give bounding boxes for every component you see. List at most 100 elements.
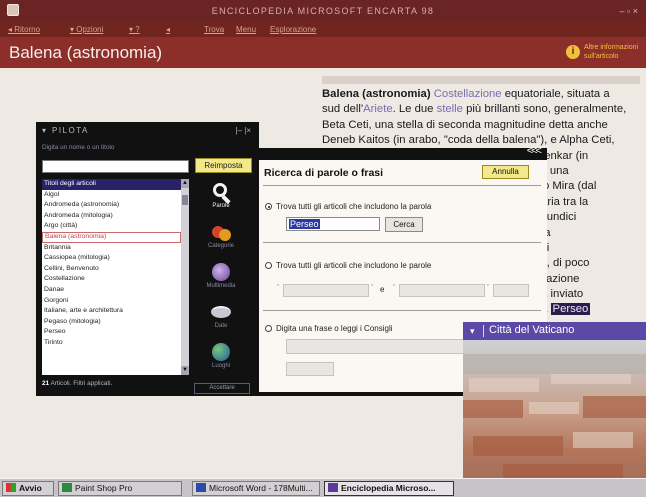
menu-menu[interactable]: Menu [236,22,256,37]
globe-icon [210,342,232,362]
list-item[interactable]: Algol [42,190,181,201]
pilota-collapse-icon[interactable]: ▾ [42,126,48,135]
info-icon[interactable]: i [566,45,580,59]
menu-options[interactable]: ▾ Opzioni [70,22,103,37]
magnifier-icon [210,182,232,205]
quote-mark: " [487,284,490,291]
word-input-value: Perseo [289,219,320,229]
article-header: Balena (astronomia) i Altre informazioni… [0,37,646,68]
pilota-window-controls[interactable]: |– |× [236,126,252,135]
list-scrollbar[interactable]: ▲ ▼ [181,179,189,375]
search-button[interactable]: Cerca [385,217,423,232]
article-link[interactable]: stelle [437,103,463,115]
phrase-input[interactable] [286,339,466,354]
article-text: . Le due [392,103,437,116]
radio-on-icon[interactable] [265,203,272,210]
collapse-chevron-icon[interactable]: <<< [527,145,542,157]
list-item-selected[interactable]: Balena (astronomia) [42,231,181,243]
article-title: Balena (astronomia) [9,43,163,62]
word-input-first[interactable] [283,284,369,297]
tool-dates-label: Date [214,323,228,329]
divider [263,185,541,186]
article-text: sud dell' [322,103,364,116]
article-line: sud dell'Ariete. Le due stelle più brill… [322,102,644,117]
pilota-header: ▾ PILOTA |– |× [36,126,259,136]
option-multiple-words[interactable]: Trova tutti gli articoli che includono l… [265,261,431,270]
word-operator-select[interactable] [493,284,529,297]
taskbar-item[interactable]: Microsoft Word - 178Multi... [192,481,320,496]
list-item[interactable]: Tirinto [42,338,181,349]
word-icon [196,483,206,492]
list-item[interactable]: Gorgoni [42,296,181,307]
option-phrase[interactable]: Digita una frase o leggi i Consigli [265,324,393,333]
scroll-up-icon[interactable]: ▲ [181,179,189,188]
accept-button[interactable]: Accettare [194,383,250,394]
highlighted-term[interactable]: Perseo [550,303,591,316]
menu-arrow[interactable]: ◂ [166,22,170,37]
tool-multimedia[interactable]: Multimedia [196,262,246,289]
article-list: Titoli degli articoli Algol Andromeda (a… [42,179,181,375]
word-input-second[interactable] [399,284,485,297]
list-item[interactable]: Cellini, Benvenuto [42,264,181,275]
list-item[interactable]: Pegaso (mitologia) [42,317,181,328]
multimedia-disc-icon [210,262,232,282]
date-disc-icon [210,302,232,322]
radio-off-icon[interactable] [265,325,272,332]
start-label: Avvio [19,483,42,493]
start-button[interactable]: Avvio [2,481,54,496]
menu-help[interactable]: ▾ ? [129,22,140,37]
option-single-word[interactable]: Trova tutti gli articoli che includono l… [265,202,431,211]
menu-bar: ◂ Ritorno ▾ Opzioni ▾ ? ◂ Trova Menu Esp… [0,22,646,37]
word-input[interactable]: Perseo [286,217,380,231]
menu-find[interactable]: Trova [204,22,224,37]
article-text: inviato [547,288,584,301]
scroll-thumb[interactable] [182,195,188,205]
list-item[interactable]: Cassiopea (mitologia) [42,253,181,264]
article-link[interactable]: Ariete [363,103,393,115]
list-item[interactable]: Britannia [42,243,181,254]
media-title-separator [483,325,484,337]
article-text: più brillanti sono, generalmente, [462,103,627,116]
taskbar-item[interactable]: Paint Shop Pro [58,481,182,496]
article-count: 21 Articoli. Filtri applicati. [42,380,112,387]
option-phrase-label: Digita una frase o leggi i Consigli [276,324,393,333]
list-item[interactable]: Andromeda (mitologia) [42,211,181,222]
article-count-label: Articoli. Filtri applicati. [49,380,113,387]
media-window-title-bar[interactable]: ▾ Città del Vaticano [463,322,646,340]
window-controls[interactable]: – ▫ × [620,0,638,22]
app-icon[interactable] [7,4,19,16]
list-item[interactable]: Italiane, arte e architettura [42,306,181,317]
option-multiple-words-label: Trova tutti gli articoli che includono l… [276,261,432,270]
divider [263,310,541,311]
taskbar: Avvio Paint Shop Pro Microsoft Word - 17… [0,478,646,497]
taskbar-item-label: Microsoft Word - 178Multi... [209,483,313,493]
pilota-search-input[interactable] [42,160,189,173]
list-item[interactable]: Argo (città) [42,221,181,232]
article-text: Deneb Kaitos (in arabo, "coda della bale… [322,134,615,147]
tool-dates[interactable]: Date [196,302,246,329]
pilota-panel: ▾ PILOTA |– |× Digita un nome o un titol… [36,122,259,396]
tool-places[interactable]: Luoghi [196,342,246,369]
menu-back[interactable]: ◂ Ritorno [8,22,40,37]
vatican-city-photo[interactable] [463,340,646,497]
cancel-button[interactable]: Annulla [482,165,529,179]
list-item[interactable]: Costellazione [42,274,181,285]
radio-off-icon[interactable] [265,262,272,269]
media-collapse-icon[interactable]: ▾ [470,326,475,337]
taskbar-item-label: Paint Shop Pro [75,483,133,493]
tool-words[interactable]: Parole [196,182,246,209]
scroll-down-icon[interactable]: ▼ [181,366,189,375]
menu-explore[interactable]: Esplorazione [270,22,316,37]
article-text: equatoriale, situata a [501,88,610,100]
list-item[interactable]: Perseo [42,327,181,338]
article-line: Balena (astronomia) Costellazione equato… [322,87,644,102]
taskbar-item-active[interactable]: Enciclopedia Microso... [324,481,454,496]
tips-button[interactable] [286,362,334,376]
article-link[interactable]: Costellazione [434,88,502,100]
tool-categories[interactable]: Categorie [196,222,246,249]
list-item[interactable]: Andromeda (astronomia) [42,200,181,211]
article-info-link[interactable]: Altre informazioni sull'articolo [584,43,642,61]
reset-button[interactable]: Reimposta [195,158,252,173]
list-item[interactable]: Danae [42,285,181,296]
search-panel-top-band: <<< [259,145,547,160]
